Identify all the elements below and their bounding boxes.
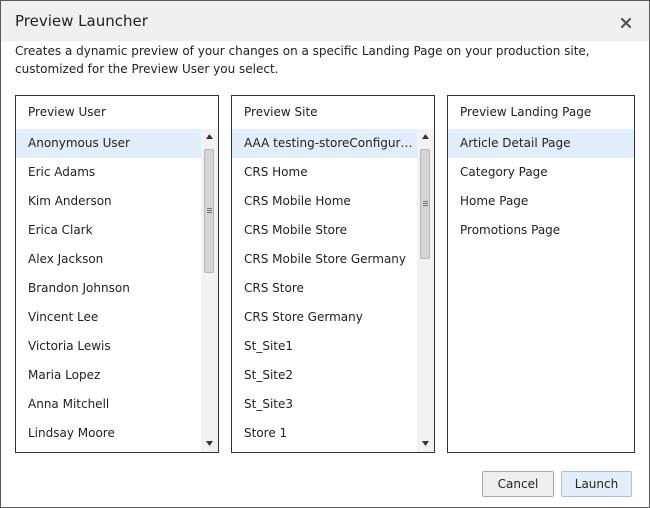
preview-launcher-dialog: Preview Launcher Creates a dynamic previ…	[0, 0, 650, 508]
preview-landing-page-item[interactable]: Article Detail Page	[448, 129, 634, 158]
launch-button[interactable]: Launch	[561, 471, 632, 497]
dialog-description: Creates a dynamic preview of your change…	[15, 44, 590, 76]
scroll-down-arrow-icon[interactable]	[417, 436, 434, 452]
preview-user-panel: Preview User Anonymous User Eric Adams Kim…	[15, 95, 219, 453]
preview-user-item[interactable]: Victoria Lewis	[16, 332, 201, 361]
preview-site-scrollbar[interactable]	[417, 129, 434, 452]
scroll-up-arrow-icon[interactable]	[201, 129, 218, 145]
preview-site-item[interactable]: CRS Mobile Home	[232, 187, 417, 216]
dialog-title: Preview Launcher	[15, 12, 148, 30]
preview-user-scrollbar[interactable]	[201, 129, 218, 452]
preview-landing-page-header: Preview Landing Page	[460, 105, 592, 119]
preview-user-item[interactable]: Lindsay Moore	[16, 419, 201, 448]
title-bar: Preview Launcher	[1, 1, 649, 41]
scroll-down-arrow-icon[interactable]	[201, 436, 218, 452]
preview-landing-page-item[interactable]: Promotions Page	[448, 216, 634, 245]
scrollbar-thumb[interactable]	[420, 149, 430, 259]
preview-user-item[interactable]: Eric Adams	[16, 158, 201, 187]
preview-user-item[interactable]: Vincent Lee	[16, 303, 201, 332]
preview-site-item[interactable]: CRS Store	[232, 274, 417, 303]
preview-site-item[interactable]: St_Site3	[232, 390, 417, 419]
preview-landing-page-panel: Preview Landing Page Article Detail Page…	[447, 95, 635, 453]
preview-user-header: Preview User	[28, 105, 106, 119]
preview-site-item[interactable]: Store 1	[232, 419, 417, 448]
preview-user-item[interactable]: Anonymous User	[16, 129, 201, 158]
preview-user-item[interactable]: Brandon Johnson	[16, 274, 201, 303]
cancel-button[interactable]: Cancel	[482, 471, 554, 497]
close-icon[interactable]	[619, 15, 633, 29]
preview-site-item[interactable]: CRS Home	[232, 158, 417, 187]
scrollbar-thumb[interactable]	[204, 149, 214, 273]
preview-site-item[interactable]: AAA testing-storeConfigurat...	[232, 129, 417, 158]
preview-site-panel: Preview Site AAA testing-storeConfigurat…	[231, 95, 435, 453]
preview-site-item[interactable]: St_Site2	[232, 361, 417, 390]
preview-user-item[interactable]: Maria Lopez	[16, 361, 201, 390]
preview-landing-page-item[interactable]: Category Page	[448, 158, 634, 187]
preview-user-item[interactable]: Kim Anderson	[16, 187, 201, 216]
preview-site-item[interactable]: CRS Mobile Store	[232, 216, 417, 245]
preview-site-item[interactable]: CRS Mobile Store Germany	[232, 245, 417, 274]
preview-site-item[interactable]: St_Site1	[232, 332, 417, 361]
preview-user-item[interactable]: Anna Mitchell	[16, 390, 201, 419]
preview-user-item[interactable]: Erica Clark	[16, 216, 201, 245]
preview-landing-page-list: Article Detail Page Category Page Home Pag…	[448, 129, 634, 452]
preview-user-item[interactable]: Alex Jackson	[16, 245, 201, 274]
preview-site-item[interactable]: CRS Store Germany	[232, 303, 417, 332]
preview-site-header: Preview Site	[244, 105, 318, 119]
preview-landing-page-item[interactable]: Home Page	[448, 187, 634, 216]
preview-site-list: AAA testing-storeConfigurat... CRS Home CR…	[232, 129, 417, 452]
preview-user-list: Anonymous User Eric Adams Kim Anderson Eric…	[16, 129, 201, 452]
scroll-up-arrow-icon[interactable]	[417, 129, 434, 145]
